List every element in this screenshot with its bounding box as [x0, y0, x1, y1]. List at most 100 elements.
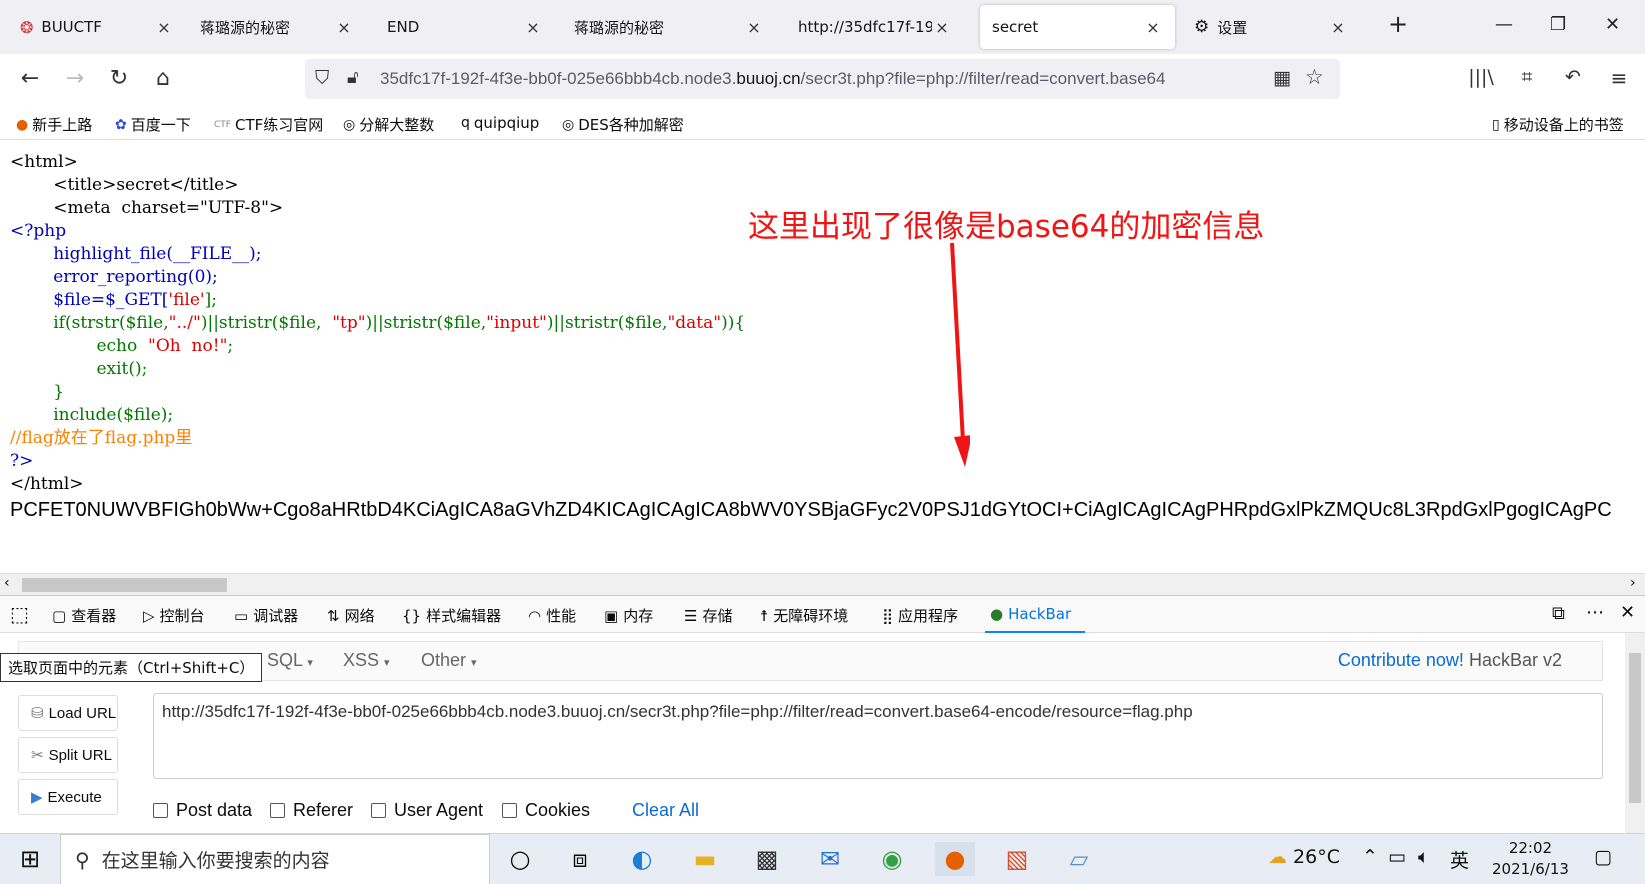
library-icon[interactable]: |||\ — [1466, 66, 1496, 88]
referer-checkbox[interactable]: Referer — [270, 800, 353, 821]
weather-widget[interactable]: ☁ 26°C — [1268, 846, 1340, 868]
network-icon[interactable]: ▭ — [1388, 846, 1406, 868]
restore-icon[interactable]: ❐ — [1550, 14, 1566, 35]
tab-secret-1[interactable]: 蒋璐源的秘密 × — [188, 5, 366, 49]
user-agent-checkbox[interactable]: User Agent — [371, 800, 483, 821]
close-icon[interactable]: × — [1143, 18, 1163, 37]
contribute-link[interactable]: Contribute now! HackBar v2 — [1338, 650, 1562, 671]
new-tab-plus-icon[interactable]: + — [1388, 10, 1408, 38]
tab-settings[interactable]: ⚙ 设置 × — [1182, 5, 1360, 49]
menu-hamburger-icon[interactable]: ≡ — [1604, 66, 1634, 90]
tab-application[interactable]: ⣿ 应用程序 — [882, 605, 958, 626]
green-app-icon[interactable]: ◉ — [872, 842, 912, 876]
hackbar-url-textarea[interactable]: http://35dfc17f-192f-4f3e-bb0f-025e66bbb… — [153, 693, 1603, 779]
tab-network[interactable]: ⇅ 网络 — [327, 605, 375, 626]
bookmark-des[interactable]: ◎ DES各种加解密 — [562, 114, 684, 135]
tab-end[interactable]: END × — [375, 5, 555, 49]
edge-browser-icon[interactable]: ◐ — [622, 842, 662, 876]
minimize-icon[interactable]: — — [1495, 14, 1513, 35]
notification-icon[interactable]: ▢ — [1594, 846, 1612, 868]
show-hidden-icons-icon[interactable]: ⌃ — [1362, 846, 1378, 868]
tab-secret-active[interactable]: secret × — [980, 5, 1175, 49]
bookmark-getting-started[interactable]: ● 新手上路 — [16, 114, 92, 135]
devtools-close-icon[interactable]: ✕ — [1620, 602, 1635, 623]
crop-icon[interactable]: ⌗ — [1512, 66, 1542, 88]
split-url-button[interactable]: ✂ Split URL — [18, 737, 118, 773]
more-options-icon[interactable]: ⋯ — [1586, 602, 1604, 623]
execute-button[interactable]: ▶ Execute — [18, 779, 118, 815]
bookmark-mobile[interactable]: ▯ 移动设备上的书签 — [1492, 114, 1624, 135]
menu-xss[interactable]: XSS ▾ — [343, 650, 390, 671]
url-bar[interactable]: ⛉ 🔓︎ 35dfc17f-192f-4f3e-bb0f-025e66bbb4c… — [305, 59, 1340, 99]
window-close-icon[interactable]: ✕ — [1605, 14, 1620, 35]
checkbox-box[interactable] — [153, 803, 168, 818]
weather-temp: 26°C — [1293, 846, 1340, 868]
qr-code-icon[interactable]: ▦ — [1273, 67, 1291, 89]
cortana-circle-icon[interactable]: ○ — [500, 842, 540, 876]
tab-memory[interactable]: ▣ 内存 — [604, 605, 653, 626]
menu-label: XSS — [343, 650, 380, 670]
undo-icon[interactable]: ↶ — [1558, 66, 1588, 88]
hackbar-vertical-scrollbar[interactable] — [1625, 633, 1645, 833]
star-bookmark-icon[interactable]: ☆ — [1305, 65, 1324, 89]
dock-side-icon[interactable]: ⧉ — [1552, 603, 1565, 624]
ime-indicator[interactable]: 英 — [1450, 846, 1469, 873]
tab-style-editor[interactable]: {} 样式编辑器 — [402, 605, 501, 626]
scroll-right-icon[interactable]: › — [1630, 575, 1636, 591]
notepad-app-icon[interactable]: ▱ — [1059, 842, 1099, 876]
close-icon[interactable]: × — [334, 18, 354, 37]
checkbox-box[interactable] — [371, 803, 386, 818]
horizontal-scrollbar[interactable]: ‹ › — [0, 573, 1645, 595]
tab-inspector[interactable]: ▢ 查看器 — [52, 605, 116, 626]
cookies-checkbox[interactable]: Cookies — [502, 800, 590, 821]
close-icon[interactable]: × — [523, 18, 543, 37]
shield-icon[interactable]: ⛉ — [315, 67, 329, 89]
close-icon[interactable]: × — [744, 18, 764, 37]
accessibility-person-icon: ☨ — [760, 606, 769, 625]
close-icon[interactable]: × — [932, 18, 952, 37]
tab-secret-2[interactable]: 蒋璐源的秘密 × — [562, 5, 776, 49]
post-data-checkbox[interactable]: Post data — [153, 800, 252, 821]
forward-arrow-icon[interactable]: → — [60, 66, 90, 91]
reload-icon[interactable]: ↻ — [104, 66, 134, 91]
element-picker-icon[interactable]: ⬚ — [10, 602, 29, 626]
home-icon[interactable]: ⌂ — [148, 66, 178, 91]
scroll-left-icon[interactable]: ‹ — [4, 575, 10, 591]
bookmark-baidu[interactable]: ✿ 百度一下 — [115, 114, 191, 135]
taskbar-search-box[interactable]: ⚲ 在这里输入你要搜索的内容 — [60, 834, 490, 884]
load-url-button[interactable]: ⛁ Load URL — [18, 695, 118, 731]
tab-performance[interactable]: ◠ 性能 — [528, 605, 576, 626]
scrollbar-thumb[interactable] — [1629, 653, 1641, 803]
tab-debugger[interactable]: ▭ 调试器 — [234, 605, 298, 626]
tab-hackbar[interactable]: ● HackBar — [990, 605, 1071, 623]
bookmark-quipqiup[interactable]: q quipqiup — [461, 114, 539, 132]
mail-icon[interactable]: ✉ — [810, 842, 850, 876]
task-view-icon[interactable]: ⧈ — [560, 842, 600, 876]
store-bag-icon[interactable]: ▩ — [747, 842, 787, 876]
menu-sql[interactable]: SQL ▾ — [267, 650, 313, 671]
url-text[interactable]: 35dfc17f-192f-4f3e-bb0f-025e66bbb4cb.nod… — [380, 69, 1260, 89]
bookmark-factor[interactable]: ◎ 分解大整数 — [343, 114, 434, 135]
scrollbar-thumb[interactable] — [22, 578, 227, 592]
devtools-tab-label: 网络 — [344, 607, 375, 625]
menu-other[interactable]: Other ▾ — [421, 650, 477, 671]
close-icon[interactable]: × — [1328, 18, 1348, 37]
close-icon[interactable]: × — [154, 18, 174, 37]
clear-all-link[interactable]: Clear All — [632, 800, 699, 821]
tab-storage[interactable]: ☰ 存储 — [684, 605, 732, 626]
back-arrow-icon[interactable]: ← — [15, 66, 45, 91]
tab-console[interactable]: ▷ 控制台 — [143, 605, 205, 626]
bookmark-ctf[interactable]: CTF CTF练习官网 — [214, 114, 323, 135]
checkbox-box[interactable] — [270, 803, 285, 818]
office-app-icon[interactable]: ▧ — [997, 842, 1037, 876]
tab-http[interactable]: http://35dfc17f-192f- × — [786, 5, 964, 49]
system-clock[interactable]: 22:02 2021/6/13 — [1492, 838, 1569, 880]
windows-start-icon[interactable]: ⊞ — [10, 842, 50, 876]
insecure-lock-icon[interactable]: 🔓︎ — [347, 67, 359, 88]
checkbox-box[interactable] — [502, 803, 517, 818]
file-explorer-icon[interactable]: ▬ — [685, 842, 725, 876]
firefox-taskbar-icon[interactable]: ● — [935, 842, 975, 876]
tab-accessibility[interactable]: ☨ 无障碍环境 — [760, 605, 848, 626]
volume-icon[interactable]: 🔈︎ — [1418, 846, 1429, 868]
tab-buuctf[interactable]: ❂ BUUCTF × — [8, 5, 186, 49]
